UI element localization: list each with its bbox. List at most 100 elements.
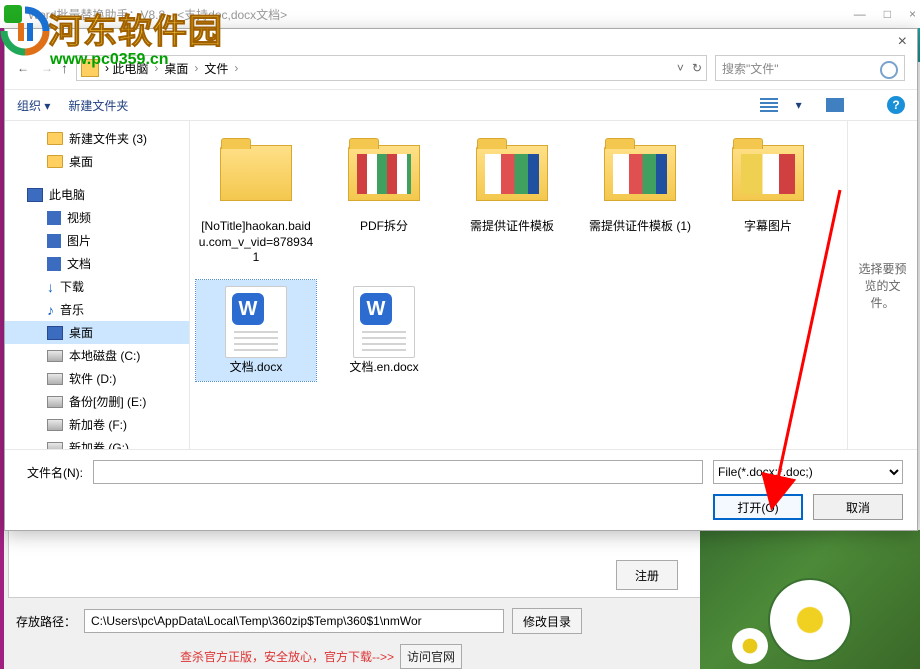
file-item[interactable]: [NoTitle]haokan.baidu.com_v_vid=8789341 xyxy=(196,133,316,272)
refresh-button[interactable]: ↻ xyxy=(692,61,702,75)
drive-icon xyxy=(47,373,63,385)
savepath-label: 存放路径： xyxy=(8,613,76,630)
search-input[interactable]: 搜索"文件" xyxy=(715,55,905,81)
visit-official-button[interactable]: 访问官网 xyxy=(400,644,462,669)
tree-item-label: 桌面 xyxy=(69,153,93,170)
maximize-button[interactable]: □ xyxy=(884,7,891,21)
tree-item[interactable]: ♪ 音乐 xyxy=(5,298,189,321)
change-dir-button[interactable]: 修改目录 xyxy=(512,608,582,634)
savepath-input[interactable] xyxy=(84,609,504,633)
tree-item-label: 视频 xyxy=(67,209,91,226)
breadcrumb-dropdown-button[interactable]: ˅ xyxy=(677,61,684,75)
file-item-label: 文档.en.docx xyxy=(326,360,442,376)
preview-pane-button[interactable] xyxy=(826,98,844,112)
download-icon: ↓ xyxy=(47,279,54,295)
tree-item[interactable]: 桌面 xyxy=(5,321,189,344)
drive-icon xyxy=(47,419,63,431)
crumb-sep: › xyxy=(234,61,238,75)
file-item-label: 需提供证件模板 (1) xyxy=(582,219,698,235)
tree-item-label: 此电脑 xyxy=(49,186,85,203)
folder-icon xyxy=(729,145,807,213)
search-placeholder: 搜索"文件" xyxy=(722,60,779,77)
footer-warning-text: 查杀官方正版，安全放心，官方下载-->> xyxy=(180,648,394,665)
folder-icon xyxy=(345,145,423,213)
nav-forward-button[interactable]: → xyxy=(41,61,53,75)
file-item[interactable]: 需提供证件模板 xyxy=(452,133,572,272)
file-item-label: [NoTitle]haokan.baidu.com_v_vid=8789341 xyxy=(198,219,314,266)
tree-item[interactable]: 视频 xyxy=(5,206,189,229)
file-grid[interactable]: [NoTitle]haokan.baidu.com_v_vid=8789341 P… xyxy=(190,121,847,449)
app-titlebar: Word批量替换助手：V8.8＿<支持doc,docx文档> — □ × xyxy=(0,0,920,28)
minimize-button[interactable]: — xyxy=(854,7,866,21)
preview-text: 选择要预览的文件。 xyxy=(856,260,909,311)
tree-item-label: 图片 xyxy=(67,232,91,249)
new-folder-button[interactable]: 新建文件夹 xyxy=(68,97,128,114)
tree-item[interactable]: 图片 xyxy=(5,229,189,252)
file-item[interactable]: 需提供证件模板 (1) xyxy=(580,133,700,272)
tree-item-label: 新加卷 (G:) xyxy=(69,439,129,449)
folder-icon xyxy=(601,145,679,213)
folder-icon xyxy=(217,145,295,213)
docx-icon: W xyxy=(217,286,295,354)
register-button[interactable]: 注册 xyxy=(616,560,678,590)
folder-icon xyxy=(81,59,99,77)
dialog-footer: 文件名(N): File(*.docx;*.doc;) 打开(O) 取消 xyxy=(5,449,917,530)
music-icon: ♪ xyxy=(47,302,54,318)
tree-item[interactable]: 备份[勿删] (E:) xyxy=(5,390,189,413)
file-item-label: 字幕图片 xyxy=(710,219,826,235)
view-mode-button[interactable] xyxy=(760,98,778,112)
drive-icon xyxy=(47,442,63,450)
breadcrumb-segment[interactable]: 桌面 xyxy=(164,60,188,77)
filetype-filter[interactable]: File(*.docx;*.doc;) xyxy=(713,460,903,484)
tree-item[interactable]: 文档 xyxy=(5,252,189,275)
breadcrumb-segment[interactable]: 文件 xyxy=(204,60,228,77)
help-icon[interactable]: ? xyxy=(887,96,905,114)
tree-item[interactable]: 新建文件夹 (3) xyxy=(5,127,189,150)
folder-icon xyxy=(473,145,551,213)
tree-item[interactable]: 此电脑 xyxy=(5,183,189,206)
open-file-dialog: × ← → ↑ › 此电脑 › 桌面 › 文件 › ˅ ↻ 搜索"文件" 组织 … xyxy=(4,28,918,531)
app-icon xyxy=(4,5,22,23)
file-item-label: PDF拆分 xyxy=(326,219,442,235)
file-item[interactable]: 字幕图片 xyxy=(708,133,828,272)
filename-label: 文件名(N): xyxy=(19,464,83,481)
close-button[interactable]: × xyxy=(909,7,916,21)
tree-item-label: 本地磁盘 (C:) xyxy=(69,347,140,364)
cancel-button[interactable]: 取消 xyxy=(813,494,903,520)
tree-item-label: 备份[勿删] (E:) xyxy=(69,393,146,410)
tree-item-label: 音乐 xyxy=(60,301,84,318)
tree-item[interactable]: 软件 (D:) xyxy=(5,367,189,390)
monitor-icon xyxy=(47,326,63,340)
nav-back-button[interactable]: ← xyxy=(17,61,29,75)
tree-item[interactable]: 新加卷 (F:) xyxy=(5,413,189,436)
breadcrumb-bar[interactable]: › 此电脑 › 桌面 › 文件 › ˅ ↻ xyxy=(76,55,707,81)
file-item[interactable]: W 文档.docx xyxy=(196,280,316,382)
file-item-label: 文档.docx xyxy=(198,360,314,376)
tree-item[interactable]: ↓下载 xyxy=(5,275,189,298)
tree-item-label: 新加卷 (F:) xyxy=(69,416,127,433)
tree-item-label: 新建文件夹 (3) xyxy=(69,130,147,147)
crumb-sep: › xyxy=(194,61,198,75)
drive-icon xyxy=(47,396,63,408)
dialog-close-button[interactable]: × xyxy=(898,33,907,51)
filename-input[interactable] xyxy=(93,460,703,484)
media-icon xyxy=(47,234,61,248)
breadcrumb-segment[interactable]: 此电脑 xyxy=(112,60,148,77)
media-icon xyxy=(47,257,61,271)
crumb-sep: › xyxy=(154,61,158,75)
organize-menu[interactable]: 组织 ▾ xyxy=(17,97,50,114)
monitor-icon xyxy=(27,188,43,202)
nav-up-button[interactable]: ↑ xyxy=(61,60,68,76)
file-item[interactable]: PDF拆分 xyxy=(324,133,444,272)
file-item-label: 需提供证件模板 xyxy=(454,219,570,235)
tree-item[interactable]: 本地磁盘 (C:) xyxy=(5,344,189,367)
preview-pane: 选择要预览的文件。 xyxy=(847,121,917,449)
tree-item-label: 桌面 xyxy=(69,324,93,341)
nav-tree[interactable]: 新建文件夹 (3)桌面此电脑视频图片文档↓下载♪音乐桌面本地磁盘 (C:)软件 … xyxy=(5,121,190,449)
tree-item-label: 软件 (D:) xyxy=(69,370,116,387)
file-item[interactable]: W文档.en.docx xyxy=(324,280,444,382)
tree-item[interactable]: 新加卷 (G:) xyxy=(5,436,189,449)
folder-icon xyxy=(47,155,63,168)
tree-item[interactable]: 桌面 xyxy=(5,150,189,173)
open-button[interactable]: 打开(O) xyxy=(713,494,803,520)
